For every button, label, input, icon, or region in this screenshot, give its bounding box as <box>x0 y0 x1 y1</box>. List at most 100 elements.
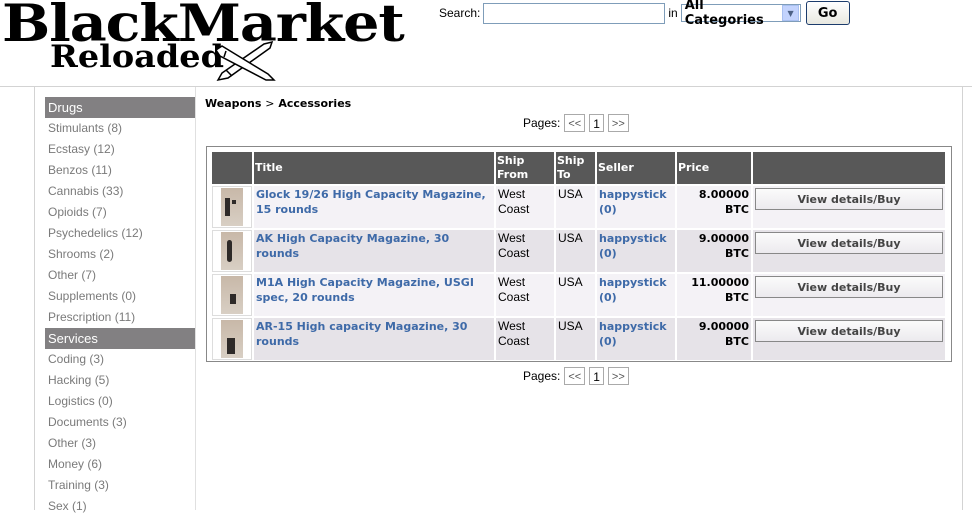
header-divider <box>0 86 972 87</box>
listing-thumbnail[interactable] <box>212 230 252 272</box>
seller-rating[interactable]: (0) <box>599 291 617 304</box>
pages-label: Pages: <box>523 369 561 383</box>
ship-from: West Coast <box>496 274 554 316</box>
listing-title-cell: Glock 19/26 High Capacity Magazine, 15 r… <box>254 186 494 228</box>
prev-page-button[interactable]: << <box>564 367 586 385</box>
category-select[interactable]: All Categories ▼ <box>680 0 801 28</box>
crossed-bullets-icon <box>214 40 276 82</box>
table-row: AK High Capacity Magazine, 30 rounds Wes… <box>212 230 945 272</box>
price: 9.00000 BTC <box>677 230 751 272</box>
breadcrumb-current: Accessories <box>278 97 352 110</box>
action-cell: View details/Buy <box>753 274 945 316</box>
sidebar-section-drugs[interactable]: Drugs <box>45 97 195 118</box>
header-image <box>212 152 252 184</box>
sidebar-item[interactable]: Hacking (5) <box>45 370 195 391</box>
prev-page-button[interactable]: << <box>564 114 586 132</box>
price: 8.00000 BTC <box>677 186 751 228</box>
go-button[interactable]: Go <box>805 1 850 25</box>
seller-link[interactable]: happystick <box>599 276 667 289</box>
listing-thumbnail[interactable] <box>212 186 252 228</box>
sidebar-item[interactable]: Stimulants (8) <box>45 118 195 139</box>
header-ship-to: Ship To <box>556 152 595 184</box>
seller-cell: happystick (0) <box>597 318 675 360</box>
action-cell: View details/Buy <box>753 186 945 228</box>
sidebar-item[interactable]: Supplements (0) <box>45 286 195 307</box>
listing-thumbnail[interactable] <box>212 318 252 360</box>
header-seller: Seller <box>597 152 675 184</box>
sidebar-item[interactable]: Documents (3) <box>45 412 195 433</box>
view-details-buy-button[interactable]: View details/Buy <box>755 188 943 210</box>
listing-title-link[interactable]: AK High Capacity Magazine, 30 rounds <box>256 232 449 260</box>
category-sidebar: Drugs Stimulants (8) Ecstasy (12) Benzos… <box>45 97 195 517</box>
listing-title-cell: AK High Capacity Magazine, 30 rounds <box>254 230 494 272</box>
sidebar-section-services[interactable]: Services <box>45 328 195 349</box>
header-price: Price <box>677 152 751 184</box>
page-1-button[interactable]: 1 <box>589 114 604 132</box>
right-border <box>962 87 963 510</box>
table-row: AR-15 High capacity Magazine, 30 rounds … <box>212 318 945 360</box>
sidebar-item[interactable]: Logistics (0) <box>45 391 195 412</box>
pages-label: Pages: <box>523 116 561 130</box>
sidebar-item[interactable]: Opioids (7) <box>45 202 195 223</box>
breadcrumb-separator: > <box>265 97 275 110</box>
seller-link[interactable]: happystick <box>599 232 667 245</box>
ship-from: West Coast <box>496 318 554 360</box>
table-row: M1A High Capacity Magazine, USGI spec, 2… <box>212 274 945 316</box>
table-row: Glock 19/26 High Capacity Magazine, 15 r… <box>212 186 945 228</box>
sidebar-item[interactable]: Benzos (11) <box>45 160 195 181</box>
price: 9.00000 BTC <box>677 318 751 360</box>
action-cell: View details/Buy <box>753 318 945 360</box>
search-in-label: in <box>668 6 678 20</box>
left-border <box>34 87 35 510</box>
sidebar-divider <box>195 87 196 510</box>
sidebar-item[interactable]: Money (6) <box>45 454 195 475</box>
ship-from: West Coast <box>496 230 554 272</box>
page-1-button[interactable]: 1 <box>589 367 604 385</box>
sidebar-item[interactable]: Shrooms (2) <box>45 244 195 265</box>
header-action <box>753 152 945 184</box>
listing-title-link[interactable]: M1A High Capacity Magazine, USGI spec, 2… <box>256 276 474 304</box>
price: 11.00000 BTC <box>677 274 751 316</box>
listing-title-link[interactable]: AR-15 High capacity Magazine, 30 rounds <box>256 320 467 348</box>
pagination-bottom: Pages: << 1 >> <box>523 367 633 385</box>
action-cell: View details/Buy <box>753 230 945 272</box>
header-title: Title <box>254 152 494 184</box>
sidebar-item[interactable]: Psychedelics (12) <box>45 223 195 244</box>
listing-title-cell: M1A High Capacity Magazine, USGI spec, 2… <box>254 274 494 316</box>
search-bar: Search: in All Categories ▼ Go <box>439 0 850 28</box>
sidebar-item[interactable]: Sex (1) <box>45 496 195 517</box>
listing-thumbnail[interactable] <box>212 274 252 316</box>
view-details-buy-button[interactable]: View details/Buy <box>755 320 943 342</box>
sidebar-item[interactable]: Other (3) <box>45 433 195 454</box>
view-details-buy-button[interactable]: View details/Buy <box>755 232 943 254</box>
seller-cell: happystick (0) <box>597 186 675 228</box>
breadcrumb: Weapons > Accessories <box>205 97 351 110</box>
search-input[interactable] <box>483 2 666 24</box>
next-page-button[interactable]: >> <box>607 367 629 385</box>
view-details-buy-button[interactable]: View details/Buy <box>755 276 943 298</box>
next-page-button[interactable]: >> <box>607 114 629 132</box>
pagination-top: Pages: << 1 >> <box>523 114 633 132</box>
sidebar-item[interactable]: Coding (3) <box>45 349 195 370</box>
chevron-down-icon[interactable]: ▼ <box>782 5 799 21</box>
ship-to: USA <box>556 274 595 316</box>
seller-rating[interactable]: (0) <box>599 203 617 216</box>
seller-link[interactable]: happystick <box>599 320 667 333</box>
seller-rating[interactable]: (0) <box>599 247 617 260</box>
site-logo[interactable]: BlackMarket Reloaded <box>2 0 412 84</box>
seller-cell: happystick (0) <box>597 274 675 316</box>
sidebar-item[interactable]: Cannabis (33) <box>45 181 195 202</box>
sidebar-item[interactable]: Other (7) <box>45 265 195 286</box>
ship-to: USA <box>556 318 595 360</box>
seller-link[interactable]: happystick <box>599 188 667 201</box>
listing-title-link[interactable]: Glock 19/26 High Capacity Magazine, 15 r… <box>256 188 486 216</box>
sidebar-item[interactable]: Ecstasy (12) <box>45 139 195 160</box>
seller-rating[interactable]: (0) <box>599 335 617 348</box>
category-selected: All Categories <box>684 0 764 28</box>
search-label: Search: <box>439 6 481 20</box>
table-header-row: Title Ship From Ship To Seller Price <box>212 152 945 184</box>
breadcrumb-parent[interactable]: Weapons <box>205 97 261 110</box>
sidebar-item[interactable]: Training (3) <box>45 475 195 496</box>
sidebar-item[interactable]: Prescription (11) <box>45 307 195 328</box>
logo-subtitle: Reloaded <box>50 39 224 75</box>
